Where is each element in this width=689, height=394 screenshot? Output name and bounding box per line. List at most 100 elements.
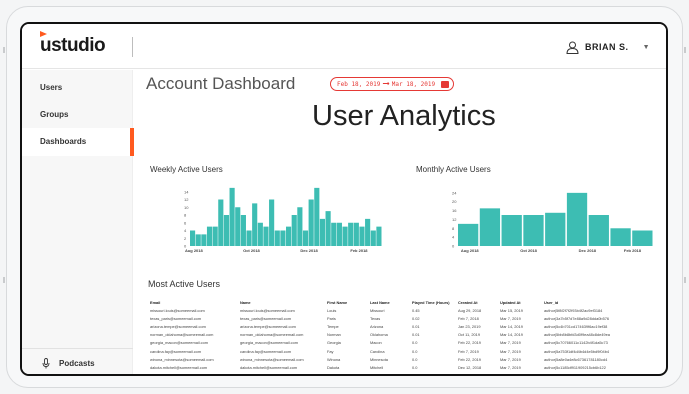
- table-cell: author|5bb8b8bfd3d0f9ea48c8de49ea: [544, 332, 610, 338]
- chart-bar[interactable]: [257, 222, 263, 246]
- table-cell: dakota.mitchell@someemail.com: [240, 364, 298, 370]
- chart-bar[interactable]: [263, 226, 269, 246]
- chart-bar[interactable]: [274, 230, 280, 247]
- chart-bar[interactable]: [195, 234, 201, 246]
- chart-bar[interactable]: [632, 230, 653, 247]
- chart-bar[interactable]: [353, 222, 359, 246]
- table-header-row: Email Name First Name Last Name Played Time …: [150, 298, 660, 306]
- y-tick-label: 6: [184, 220, 187, 225]
- chart-bar[interactable]: [308, 199, 314, 247]
- chart-bar[interactable]: [212, 226, 218, 246]
- x-tick-label: Aug 2018: [461, 248, 480, 253]
- frame-tick: [684, 277, 686, 283]
- main-content: Account Dashboard Feb 18, 2019 ⟶ Mar 18,…: [134, 70, 666, 374]
- sidebar-item-podcasts[interactable]: Podcasts: [22, 348, 133, 374]
- chart-bar[interactable]: [610, 228, 631, 246]
- column-header[interactable]: Created At: [458, 298, 500, 306]
- table-cell: author|3a7b5f7d7e88a9d28dda0b576: [544, 315, 610, 321]
- table-cell: Feb 7, 2019: [458, 348, 479, 354]
- column-header[interactable]: Last Name: [370, 298, 412, 306]
- chart-bar[interactable]: [501, 215, 522, 246]
- user-menu[interactable]: BRIAN S. ▼: [566, 37, 650, 57]
- sidebar-item-dashboards[interactable]: Dashboards: [22, 128, 134, 156]
- column-header[interactable]: Played Time (Hours): [412, 298, 458, 306]
- chart-bar[interactable]: [269, 199, 275, 247]
- date-from: Feb 18, 2019: [337, 80, 381, 88]
- chart-bar[interactable]: [206, 226, 213, 246]
- table-row[interactable]: carolina.fay@someemail.com carolina.fay@s…: [150, 347, 660, 355]
- chart-bar[interactable]: [319, 218, 326, 246]
- table-cell: Feb 22, 2019: [458, 340, 481, 346]
- chart-bar[interactable]: [523, 215, 544, 246]
- table-row[interactable]: texas_paris@someemail.com texas_paris@som…: [150, 314, 660, 322]
- chart-bar[interactable]: [348, 222, 354, 246]
- table-cell: author|5f8f2f7f2f93b4f2ac9ef3184: [544, 307, 603, 313]
- chart-bar[interactable]: [479, 208, 501, 246]
- column-header[interactable]: Email: [150, 298, 240, 306]
- chart-bar[interactable]: [291, 215, 297, 246]
- chevron-down-icon[interactable]: ▼: [643, 44, 650, 51]
- chart-bar[interactable]: [223, 215, 230, 246]
- table-row[interactable]: arizona.tempe@someemail.com arizona.tempe…: [150, 322, 660, 330]
- chart-bar[interactable]: [342, 226, 348, 246]
- chart-bar[interactable]: [359, 226, 365, 246]
- table-cell: Mar 7, 2019: [500, 364, 521, 370]
- chart-bar[interactable]: [336, 222, 342, 246]
- y-tick-label: 0: [452, 244, 455, 249]
- table-row[interactable]: missouri.louis@someemail.com missouri.lou…: [150, 306, 660, 314]
- chart-bar[interactable]: [218, 199, 224, 247]
- table-cell: author|5c4b701cd174639f6ac19ef38: [544, 323, 608, 329]
- table-cell: georgia_macon@someemail.com: [150, 340, 209, 346]
- chart-bar[interactable]: [458, 223, 479, 246]
- table-cell: Oklahoma: [370, 332, 388, 338]
- chart-bar[interactable]: [246, 230, 252, 247]
- table-cell: Dec 12, 2018: [458, 364, 482, 370]
- table-row[interactable]: dakota.mitchell@someemail.com dakota.mitc…: [150, 363, 660, 371]
- ustudio-logo[interactable]: ustudio: [40, 31, 106, 57]
- chart-bar[interactable]: [314, 187, 320, 246]
- table-cell: winona_minnesota@someemail.com: [240, 356, 304, 362]
- chart-bar[interactable]: [286, 226, 292, 246]
- chart-bar[interactable]: [545, 212, 566, 246]
- table-cell: Mar 7, 2019: [500, 340, 521, 346]
- table-cell: author|5c70766011c1142b4f1da5c73: [544, 340, 608, 346]
- table-cell: Feb 22, 2019: [458, 356, 481, 362]
- table-cell: norman_oklahoma@someemail.com: [240, 332, 304, 338]
- chart-bar[interactable]: [365, 218, 371, 246]
- chart-bar[interactable]: [190, 230, 196, 247]
- chart-bar[interactable]: [201, 234, 207, 246]
- table-cell: 0.02: [412, 315, 420, 321]
- x-tick-label: Oct 2018: [243, 248, 260, 253]
- chart-bar[interactable]: [376, 226, 382, 246]
- table-row[interactable]: winona_minnesota@someemail.com winona_min…: [150, 355, 660, 363]
- column-header[interactable]: User_id: [544, 298, 660, 306]
- table-cell: Minnesota: [370, 356, 388, 362]
- table-row[interactable]: norman_oklahoma@someemail.com norman_okla…: [150, 331, 660, 339]
- chart-bar[interactable]: [252, 203, 258, 246]
- chart-bar[interactable]: [280, 230, 286, 247]
- table-cell: Jan 23, 2019: [458, 323, 481, 329]
- chart-bar[interactable]: [370, 230, 376, 247]
- chart-bar[interactable]: [235, 207, 241, 246]
- date-range-picker[interactable]: Feb 18, 2019 ⟶ Mar 18, 2019: [330, 77, 455, 91]
- chart-bar[interactable]: [229, 187, 235, 246]
- chart-bar[interactable]: [325, 211, 331, 246]
- table-row[interactable]: georgia_macon@someemail.com georgia_macon…: [150, 339, 660, 347]
- chart-bar[interactable]: [240, 215, 246, 246]
- calendar-icon[interactable]: [441, 80, 450, 88]
- chart-bar[interactable]: [297, 207, 303, 246]
- header-divider: [132, 37, 133, 57]
- y-tick-label: 4: [452, 235, 455, 240]
- chart-bar[interactable]: [302, 230, 309, 247]
- sidebar-item-users[interactable]: Users: [22, 74, 133, 102]
- column-header[interactable]: Name: [240, 298, 327, 306]
- column-header[interactable]: Updated At: [500, 298, 544, 306]
- sidebar-item-groups[interactable]: Groups: [22, 101, 133, 129]
- chart-bar[interactable]: [331, 222, 337, 246]
- most-active-users-title: Most Active Users: [148, 279, 221, 289]
- column-header[interactable]: First Name: [327, 298, 370, 306]
- chart-bar[interactable]: [588, 215, 609, 246]
- table-cell: arizona.tempe@someemail.com: [240, 323, 296, 329]
- weekly-active-users-chart: 02468101214Aug 2018 Oct 2018 Dec 2018 Feb 2…: [184, 187, 382, 253]
- chart-bar[interactable]: [566, 192, 588, 246]
